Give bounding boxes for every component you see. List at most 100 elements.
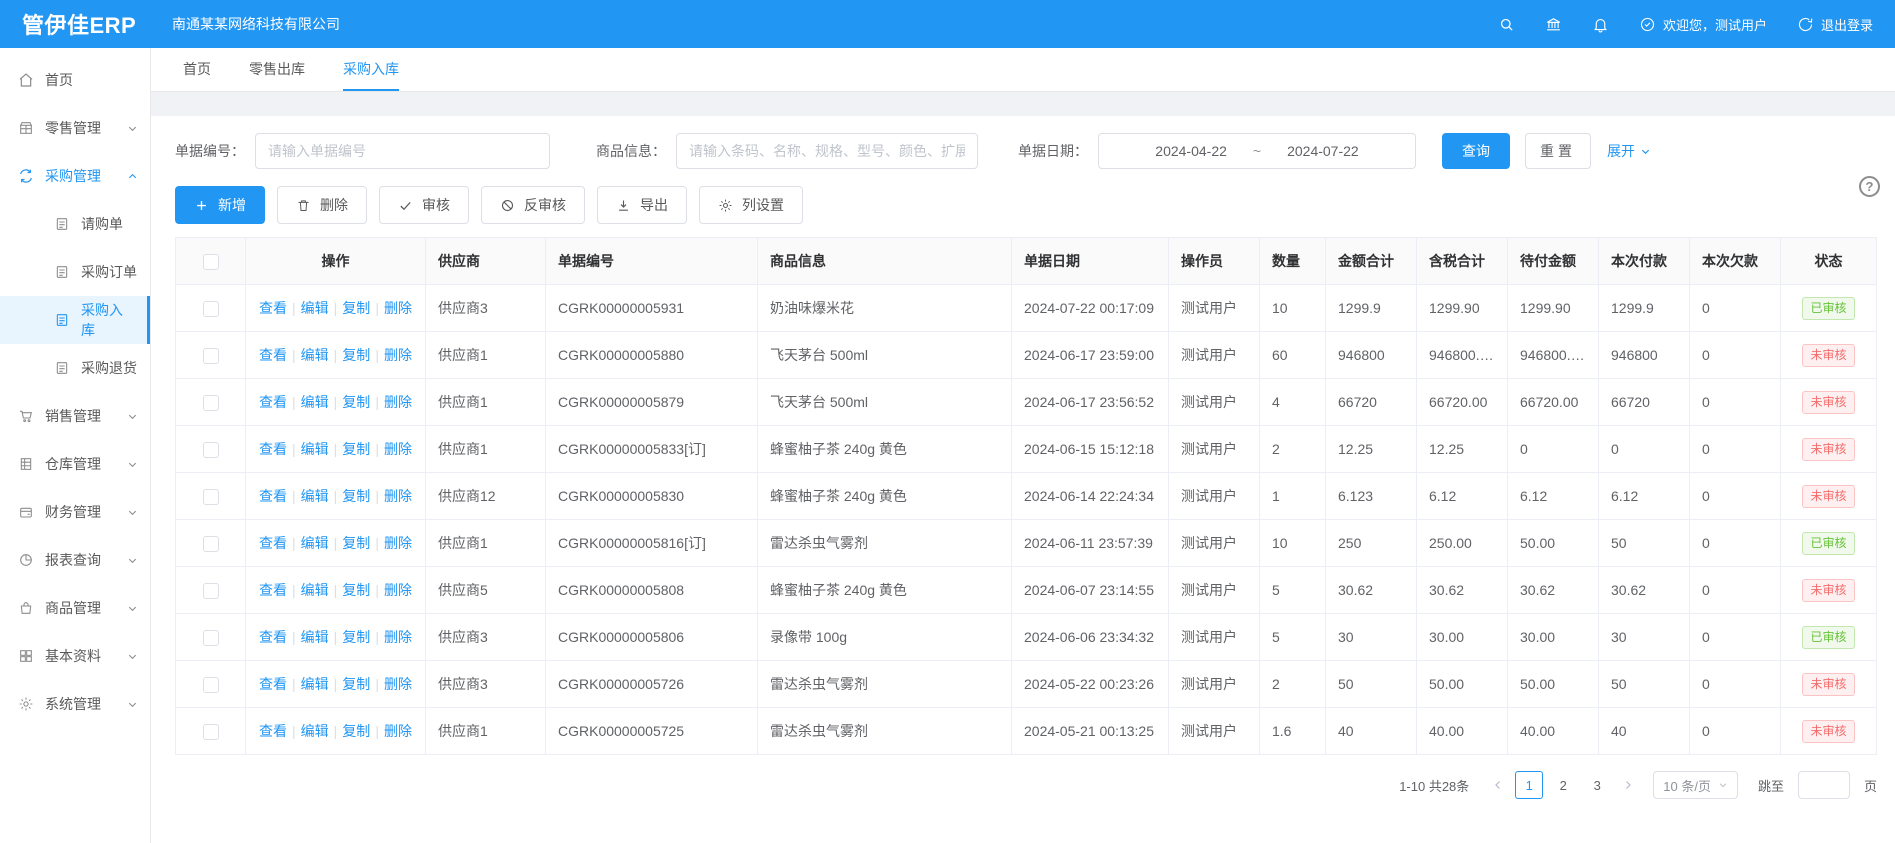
date-range-picker[interactable]: 2024-04-22 ~ 2024-07-22 bbox=[1098, 133, 1416, 169]
date-to[interactable]: 2024-07-22 bbox=[1287, 143, 1359, 159]
row-action-edit[interactable]: 编辑 bbox=[301, 676, 329, 692]
row-action-edit[interactable]: 编辑 bbox=[301, 535, 329, 551]
bank-icon[interactable] bbox=[1545, 16, 1562, 33]
row-action-edit[interactable]: 编辑 bbox=[301, 394, 329, 410]
sidebar-item-sales[interactable]: 销售管理 bbox=[0, 392, 150, 440]
action-separator: | bbox=[292, 535, 296, 551]
row-action-copy[interactable]: 复制 bbox=[342, 723, 370, 739]
row-action-copy[interactable]: 复制 bbox=[342, 582, 370, 598]
row-action-delete[interactable]: 删除 bbox=[384, 723, 412, 739]
row-action-delete[interactable]: 删除 bbox=[384, 488, 412, 504]
row-checkbox[interactable] bbox=[203, 395, 219, 411]
sidebar-item-purchase-order[interactable]: 采购订单 bbox=[0, 248, 150, 296]
row-action-edit[interactable]: 编辑 bbox=[301, 723, 329, 739]
row-action-view[interactable]: 查看 bbox=[259, 300, 287, 316]
row-action-delete[interactable]: 删除 bbox=[384, 300, 412, 316]
row-action-view[interactable]: 查看 bbox=[259, 441, 287, 457]
prev-page-button[interactable] bbox=[1487, 771, 1509, 799]
page-size-select[interactable]: 10 条/页 bbox=[1653, 771, 1738, 799]
page-button-3[interactable]: 3 bbox=[1583, 771, 1611, 799]
page-button-1[interactable]: 1 bbox=[1515, 771, 1543, 799]
row-checkbox[interactable] bbox=[203, 301, 219, 317]
delete-button[interactable]: 删除 bbox=[277, 186, 367, 224]
row-checkbox[interactable] bbox=[203, 489, 219, 505]
row-action-view[interactable]: 查看 bbox=[259, 723, 287, 739]
row-action-view[interactable]: 查看 bbox=[259, 394, 287, 410]
row-action-view[interactable]: 查看 bbox=[259, 535, 287, 551]
tab-retail-outbound[interactable]: 零售出库 bbox=[249, 48, 305, 91]
sidebar-item-home[interactable]: 首页 bbox=[0, 56, 150, 104]
add-button[interactable]: 新增 bbox=[175, 186, 265, 224]
order-no-input[interactable] bbox=[255, 133, 550, 169]
sidebar-item-purchase-inbound[interactable]: 采购入库 bbox=[0, 296, 150, 344]
goods-info-input[interactable] bbox=[676, 133, 978, 169]
row-checkbox[interactable] bbox=[203, 536, 219, 552]
tab-home[interactable]: 首页 bbox=[183, 48, 211, 91]
row-action-copy[interactable]: 复制 bbox=[342, 676, 370, 692]
row-action-edit[interactable]: 编辑 bbox=[301, 488, 329, 504]
row-checkbox[interactable] bbox=[203, 348, 219, 364]
row-action-view[interactable]: 查看 bbox=[259, 488, 287, 504]
sidebar-item-basic-data[interactable]: 基本资料 bbox=[0, 632, 150, 680]
sidebar-item-retail[interactable]: 零售管理 bbox=[0, 104, 150, 152]
bell-icon[interactable] bbox=[1592, 16, 1609, 33]
row-action-copy[interactable]: 复制 bbox=[342, 394, 370, 410]
reset-button[interactable]: 重置 bbox=[1525, 133, 1591, 169]
expand-toggle[interactable]: 展开 bbox=[1607, 141, 1651, 161]
sidebar-item-system[interactable]: 系统管理 bbox=[0, 680, 150, 728]
action-separator: | bbox=[292, 347, 296, 363]
page-button-2[interactable]: 2 bbox=[1549, 771, 1577, 799]
payable-cell: 50.00 bbox=[1508, 520, 1599, 567]
row-action-copy[interactable]: 复制 bbox=[342, 347, 370, 363]
row-action-delete[interactable]: 删除 bbox=[384, 676, 412, 692]
row-action-delete[interactable]: 删除 bbox=[384, 629, 412, 645]
audit-button[interactable]: 审核 bbox=[379, 186, 469, 224]
search-icon[interactable] bbox=[1498, 16, 1515, 33]
sidebar-item-finance[interactable]: 财务管理 bbox=[0, 488, 150, 536]
row-action-copy[interactable]: 复制 bbox=[342, 488, 370, 504]
logout-button[interactable]: 退出登录 bbox=[1797, 15, 1873, 34]
search-button[interactable]: 查询 bbox=[1442, 133, 1510, 169]
sidebar-item-warehouse[interactable]: 仓库管理 bbox=[0, 440, 150, 488]
next-page-button[interactable] bbox=[1617, 771, 1639, 799]
jump-page-input[interactable] bbox=[1798, 771, 1850, 799]
select-all-checkbox[interactable] bbox=[203, 254, 219, 270]
row-action-view[interactable]: 查看 bbox=[259, 676, 287, 692]
export-button[interactable]: 导出 bbox=[597, 186, 687, 224]
row-action-copy[interactable]: 复制 bbox=[342, 629, 370, 645]
column-settings-button[interactable]: 列设置 bbox=[699, 186, 803, 224]
sidebar-item-purchase-return[interactable]: 采购退货 bbox=[0, 344, 150, 392]
help-icon[interactable]: ? bbox=[1859, 176, 1880, 197]
row-action-delete[interactable]: 删除 bbox=[384, 394, 412, 410]
sidebar-item-reports[interactable]: 报表查询 bbox=[0, 536, 150, 584]
row-checkbox[interactable] bbox=[203, 677, 219, 693]
qty-cell: 10 bbox=[1260, 285, 1326, 332]
row-checkbox[interactable] bbox=[203, 630, 219, 646]
row-action-delete[interactable]: 删除 bbox=[384, 347, 412, 363]
row-action-copy[interactable]: 复制 bbox=[342, 441, 370, 457]
row-action-edit[interactable]: 编辑 bbox=[301, 441, 329, 457]
sidebar-item-purchase[interactable]: 采购管理 bbox=[0, 152, 150, 200]
row-action-edit[interactable]: 编辑 bbox=[301, 300, 329, 316]
row-action-edit[interactable]: 编辑 bbox=[301, 347, 329, 363]
row-action-view[interactable]: 查看 bbox=[259, 629, 287, 645]
sidebar-item-purchase-request[interactable]: 请购单 bbox=[0, 200, 150, 248]
row-action-edit[interactable]: 编辑 bbox=[301, 629, 329, 645]
row-action-copy[interactable]: 复制 bbox=[342, 300, 370, 316]
sidebar-item-goods[interactable]: 商品管理 bbox=[0, 584, 150, 632]
row-action-view[interactable]: 查看 bbox=[259, 347, 287, 363]
row-action-edit[interactable]: 编辑 bbox=[301, 582, 329, 598]
row-action-delete[interactable]: 删除 bbox=[384, 441, 412, 457]
row-action-copy[interactable]: 复制 bbox=[342, 535, 370, 551]
row-action-view[interactable]: 查看 bbox=[259, 582, 287, 598]
row-checkbox[interactable] bbox=[203, 442, 219, 458]
tab-purchase-inbound[interactable]: 采购入库 bbox=[343, 48, 399, 91]
welcome-user[interactable]: 欢迎您，测试用户 bbox=[1639, 15, 1767, 34]
row-checkbox[interactable] bbox=[203, 724, 219, 740]
date-from[interactable]: 2024-04-22 bbox=[1155, 143, 1227, 159]
row-action-delete[interactable]: 删除 bbox=[384, 535, 412, 551]
row-action-delete[interactable]: 删除 bbox=[384, 582, 412, 598]
unaudit-button[interactable]: 反审核 bbox=[481, 186, 585, 224]
status-badge: 已审核 bbox=[1802, 532, 1854, 555]
row-checkbox[interactable] bbox=[203, 583, 219, 599]
